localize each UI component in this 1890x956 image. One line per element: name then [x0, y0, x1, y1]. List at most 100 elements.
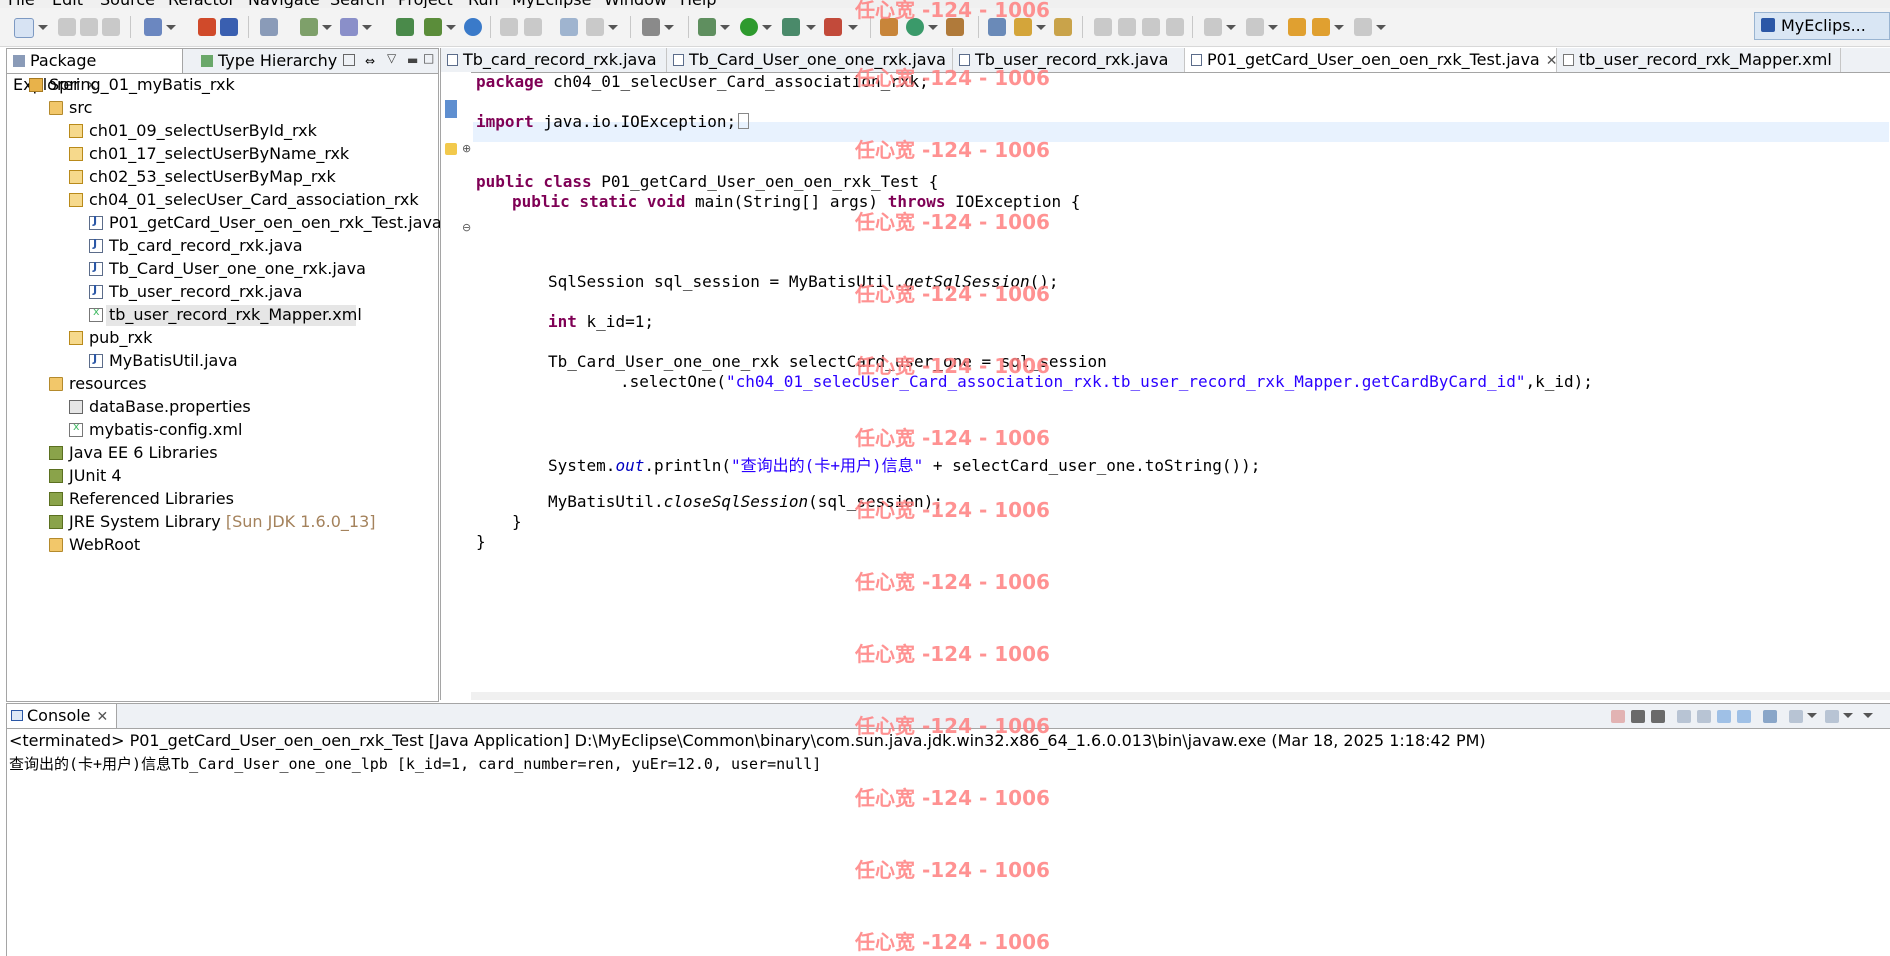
pen-dropdown-icon[interactable]	[1036, 25, 1046, 30]
menu-project[interactable]: Project	[398, 0, 453, 8]
package-icon	[69, 124, 83, 138]
tab-package-explorer[interactable]: Package Explorer ✕	[7, 49, 183, 94]
folded-import-marker[interactable]	[738, 113, 750, 129]
collapse-icon[interactable]: ⊖	[462, 221, 471, 234]
collapse-all-icon[interactable]	[343, 54, 355, 66]
menu-file[interactable]: File	[8, 0, 35, 8]
package-explorer-panel: Package Explorer ✕ Type Hierarchy ⇔ ▽ ▬ □…	[6, 48, 442, 702]
watermark: 任心宽 -124 - 1006	[855, 858, 1050, 882]
team-icon[interactable]	[560, 18, 578, 36]
display-console-icon[interactable]	[1789, 710, 1803, 723]
run-server-dropdown-icon[interactable]	[362, 25, 372, 30]
coverage-icon[interactable]	[782, 18, 800, 36]
coverage-dropdown-icon[interactable]	[806, 25, 816, 30]
menu-refactor[interactable]: Refactor	[168, 0, 235, 8]
toggle-edit-icon[interactable]	[1118, 18, 1136, 36]
terminate-icon[interactable]	[1611, 710, 1625, 723]
last-edit-location-icon[interactable]	[1288, 18, 1306, 36]
new-java-project-icon[interactable]	[144, 18, 162, 36]
display-console-dropdown-icon[interactable]	[1807, 713, 1817, 718]
tab-type-hierarchy[interactable]: Type Hierarchy	[197, 49, 337, 73]
editor-tab[interactable]: Tb_card_record_rxk.java	[441, 48, 667, 72]
remove-all-terminated-icon[interactable]	[1651, 710, 1665, 723]
new-project-dropdown-icon[interactable]	[166, 25, 176, 30]
menu-help[interactable]: Help	[680, 0, 716, 8]
menu-source[interactable]: Source	[100, 0, 155, 8]
browser-icon[interactable]	[464, 18, 482, 36]
save-icon[interactable]	[58, 18, 76, 36]
back-dropdown-icon[interactable]	[1334, 25, 1344, 30]
view-menu-icon[interactable]: ▽	[387, 51, 396, 65]
external-tools-icon[interactable]	[824, 18, 842, 36]
clear-console-icon[interactable]	[1677, 710, 1691, 723]
run-dropdown-icon[interactable]	[762, 25, 772, 30]
tree-item-label: Tb_card_record_rxk.java	[109, 236, 303, 255]
link-editor-icon[interactable]: ⇔	[365, 54, 375, 68]
previous-annotation-icon[interactable]	[1246, 18, 1264, 36]
back-icon[interactable]	[1312, 18, 1330, 36]
show-whitespace-icon[interactable]	[1166, 18, 1184, 36]
open-resource-icon[interactable]	[220, 18, 238, 36]
next-annotation-icon[interactable]	[1204, 18, 1222, 36]
editor-tab-active[interactable]: P01_getCard_User_oen_oen_rxk_Test.java ✕	[1185, 48, 1557, 72]
open-console-dropdown-icon[interactable]	[1843, 713, 1853, 718]
print-icon[interactable]	[102, 18, 120, 36]
debug-dropdown-icon[interactable]	[720, 25, 730, 30]
sync-dropdown-icon[interactable]	[608, 25, 618, 30]
block-select-icon[interactable]	[1142, 18, 1160, 36]
pin-console-icon[interactable]	[1763, 710, 1777, 723]
deploy-icon[interactable]	[300, 18, 318, 36]
new-dropdown-icon[interactable]	[38, 25, 48, 30]
server-icon[interactable]	[260, 18, 278, 36]
horizontal-scrollbar[interactable]	[471, 692, 1890, 700]
open-folder-icon[interactable]	[1054, 18, 1072, 36]
menu-myeclipse[interactable]: MyEclipse	[512, 0, 591, 8]
library-icon	[49, 515, 63, 529]
show-on-stderr-icon[interactable]	[1737, 710, 1751, 723]
run-server-icon[interactable]	[340, 18, 358, 36]
new-servlet-icon[interactable]	[424, 18, 442, 36]
external-tools-dropdown-icon[interactable]	[848, 25, 858, 30]
warning-icon[interactable]	[445, 143, 457, 155]
show-on-stdout-icon[interactable]	[1717, 710, 1731, 723]
toggle-mark-icon[interactable]	[1094, 18, 1112, 36]
next-annotation-dropdown-icon[interactable]	[1226, 25, 1236, 30]
menu-run[interactable]: Run	[468, 0, 499, 8]
new-icon[interactable]	[14, 18, 34, 38]
java-file-icon	[673, 54, 684, 66]
forward-dropdown-icon[interactable]	[1376, 25, 1386, 30]
sync-icon[interactable]	[586, 18, 604, 36]
new-class-dropdown-icon[interactable]	[928, 25, 938, 30]
remove-launch-icon[interactable]	[1631, 710, 1645, 723]
terminal-dropdown-icon[interactable]	[664, 25, 674, 30]
view-menu-icon[interactable]	[1863, 713, 1873, 718]
perspective-switcher[interactable]: MyEclips...	[1754, 12, 1890, 40]
console-output[interactable]: 查询出的(卡+用户)信息Tb_Card_User_one_one_lpb [k_…	[9, 753, 821, 774]
new-servlet-dropdown-icon[interactable]	[446, 25, 456, 30]
open-type-icon[interactable]	[198, 18, 216, 36]
run-icon[interactable]	[740, 18, 758, 36]
tab-console[interactable]: Console ✕	[7, 704, 118, 728]
menu-search[interactable]: Search	[330, 0, 385, 8]
editor-tab[interactable]: tb_user_record_rxk_Mapper.xml	[1557, 48, 1841, 72]
back-history-icon[interactable]	[500, 18, 518, 36]
forward-icon[interactable]	[1354, 18, 1372, 36]
close-icon[interactable]: ✕	[1546, 53, 1558, 69]
deploy-dropdown-icon[interactable]	[322, 25, 332, 30]
previous-annotation-dropdown-icon[interactable]	[1268, 25, 1278, 30]
close-icon[interactable]: ✕	[97, 709, 109, 725]
forward-history-icon[interactable]	[524, 18, 542, 36]
open-console-icon[interactable]	[1825, 710, 1839, 723]
tree-item-xml-file-selected[interactable]: tb_user_record_rxk_Mapper.xml	[89, 305, 362, 326]
menu-edit[interactable]: Edit	[52, 0, 83, 8]
maximize-icon[interactable]: □	[423, 51, 434, 65]
save-all-icon[interactable]	[80, 18, 98, 36]
scroll-lock-icon[interactable]	[1697, 710, 1711, 723]
menu-window[interactable]: Window	[604, 0, 667, 8]
debug-icon[interactable]	[698, 18, 716, 36]
new-web-project-icon[interactable]	[396, 18, 414, 36]
menu-navigate[interactable]: Navigate	[248, 0, 320, 8]
terminal-icon[interactable]	[642, 18, 660, 36]
expand-icon[interactable]: ⊕	[462, 142, 471, 155]
minimize-icon[interactable]: ▬	[407, 53, 418, 67]
